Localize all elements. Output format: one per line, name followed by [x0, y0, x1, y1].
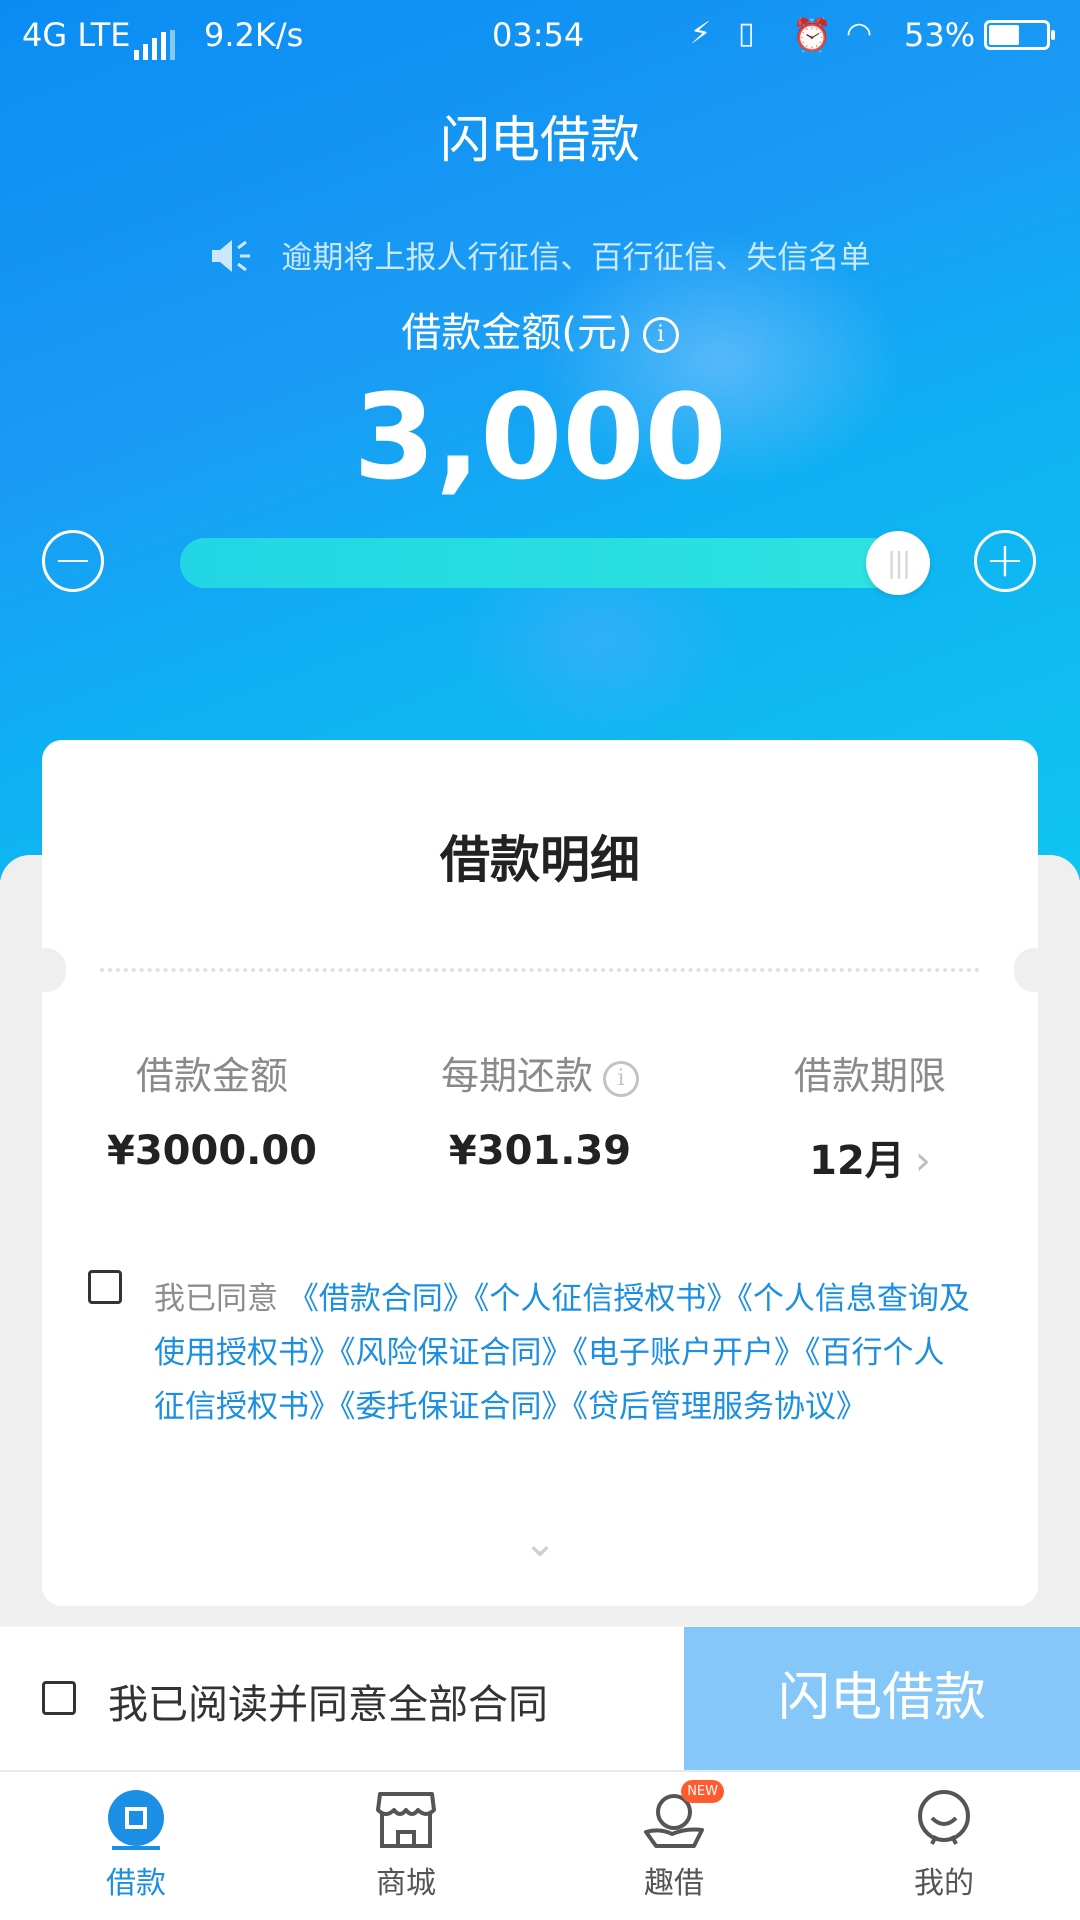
amount-label-row: 借款金额(元) i	[0, 300, 1080, 358]
plus-circle-icon: +	[984, 532, 1026, 588]
submit-loan-button[interactable]: 闪电借款	[684, 1627, 1080, 1770]
agreement-link[interactable]: 《委托保证合同》	[340, 1389, 573, 1425]
col-label-installment: 每期还款 i	[390, 1045, 690, 1100]
col-label-term: 借款期限	[793, 1054, 946, 1098]
col-label-amount: 借款金额	[135, 1054, 288, 1098]
slider-fill	[180, 538, 930, 588]
col-value-installment: ¥301.39	[448, 1128, 632, 1174]
minus-circle-icon: −	[52, 532, 94, 588]
agreement-prefix: 我已同意	[154, 1281, 278, 1317]
increase-button[interactable]: +	[974, 530, 1036, 592]
vibrate-icon: ▯	[738, 16, 755, 51]
dotted-divider	[100, 968, 980, 972]
alarm-icon: ⏰	[792, 16, 832, 54]
chevron-right-icon: ›	[914, 1138, 931, 1184]
agree-all-checkbox[interactable]	[42, 1681, 76, 1715]
agreement-checkbox[interactable]	[88, 1270, 122, 1304]
signal-icon	[134, 22, 179, 60]
decrease-button[interactable]: −	[42, 530, 104, 592]
ticket-notch-right	[1014, 948, 1054, 992]
installment-label: 每期还款	[440, 1054, 593, 1098]
ticket-notch-left	[26, 948, 66, 992]
agreement-link[interactable]: 《借款合同》	[288, 1281, 474, 1317]
tab-loan[interactable]: 借款	[66, 1788, 206, 1902]
agreement-list: 我已同意 《借款合同》《个人征信授权书》《个人信息查询及使用授权书》《风险保证合…	[154, 1272, 974, 1434]
network-type: 4G LTE	[22, 16, 131, 54]
installment-info-icon[interactable]: i	[603, 1060, 639, 1097]
tab-profile[interactable]: 我的	[874, 1788, 1014, 1902]
agreement-link[interactable]: 《风险保证合同》	[340, 1335, 573, 1371]
agreement-link[interactable]: 《贷后管理服务协议》	[573, 1389, 868, 1425]
agree-all-label[interactable]: 我已阅读并同意全部合同	[108, 1672, 548, 1730]
loan-amount-value: 3,000	[353, 368, 727, 506]
amount-slider[interactable]: |||	[180, 531, 930, 595]
notice-text: 逾期将上报人行征信、百行征信、失信名单	[281, 240, 871, 276]
charging-icon: ⚡	[690, 16, 712, 51]
loan-icon	[104, 1788, 168, 1852]
agreement-link[interactable]: 《个人征信授权书》	[474, 1281, 738, 1317]
tab-bar: 借款 商城 NEW 趣借 我的	[0, 1770, 1080, 1920]
clock-time: 03:54	[492, 16, 585, 54]
expand-chevron-icon[interactable]: ⌄	[0, 1520, 1080, 1566]
profile-icon	[912, 1788, 976, 1852]
overdue-notice: 逾期将上报人行征信、百行征信、失信名单	[0, 232, 1080, 282]
wifi-icon: ◠	[846, 16, 873, 51]
agreement-link[interactable]: 《电子账户开户》	[573, 1335, 806, 1371]
network-speed: 9.2K/s	[204, 16, 304, 54]
speaker-icon	[210, 238, 254, 282]
info-icon[interactable]: i	[642, 317, 679, 353]
col-value-term: 12月	[809, 1138, 905, 1184]
tab-label-loan: 借款	[106, 1866, 166, 1901]
tab-label-profile: 我的	[914, 1866, 974, 1901]
shop-icon	[374, 1788, 438, 1852]
battery-icon	[984, 20, 1055, 50]
tab-label-shop: 商城	[376, 1866, 436, 1901]
slider-handle[interactable]: |||	[866, 531, 930, 595]
fun-loan-icon: NEW	[642, 1780, 724, 1852]
detail-title: 借款明细	[440, 831, 640, 889]
new-badge: NEW	[681, 1780, 724, 1803]
amount-label: 借款金额(元)	[401, 310, 633, 356]
page-title: 闪电借款	[440, 111, 640, 169]
col-value-amount: ¥3000.00	[106, 1128, 318, 1174]
battery-percent: 53%	[904, 16, 976, 54]
tab-shop[interactable]: 商城	[336, 1788, 476, 1902]
tab-fun-loan[interactable]: NEW 趣借	[604, 1780, 744, 1902]
term-selector[interactable]: 12月 ›	[720, 1128, 1020, 1186]
tab-label-fun-loan: 趣借	[644, 1866, 704, 1901]
status-bar: 4G LTE 9.2K/s 03:54 ⚡ ▯ ⏰ ◠ 53%	[0, 0, 1080, 72]
